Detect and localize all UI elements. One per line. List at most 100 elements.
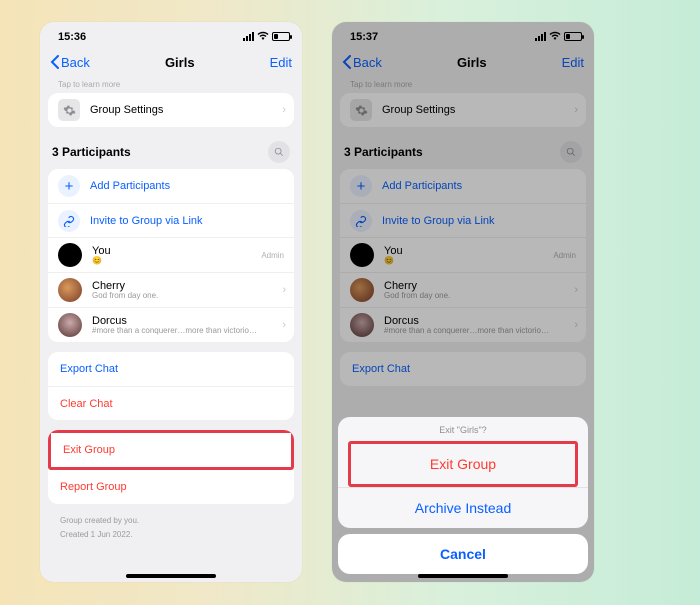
- sheet-archive-button[interactable]: Archive Instead: [338, 487, 588, 528]
- participant-row-you[interactable]: You 😊 Admin: [340, 237, 586, 272]
- hint-text: Tap to learn more: [340, 78, 586, 93]
- sheet-cancel-button[interactable]: Cancel: [338, 534, 588, 574]
- chat-actions-card: Export Chat Clear Chat: [48, 352, 294, 420]
- participant-row-cherry[interactable]: Cherry God from day one. ›: [48, 272, 294, 307]
- plus-icon: +: [350, 175, 372, 197]
- admin-badge: Admin: [261, 251, 284, 260]
- battery-icon: [564, 32, 582, 41]
- search-icon: [274, 147, 284, 157]
- chevron-right-icon: ›: [574, 284, 578, 296]
- screen-group-info: 15:36 Back Girls Edit Tap to learn more …: [40, 22, 302, 582]
- avatar: [58, 313, 82, 337]
- admin-badge: Admin: [553, 251, 576, 260]
- avatar: [350, 278, 374, 302]
- home-indicator[interactable]: [418, 574, 508, 578]
- action-sheet-body: Exit "Girls"? Exit Group Archive Instead: [338, 417, 588, 528]
- link-icon: [58, 210, 80, 232]
- exit-group-button[interactable]: Exit Group: [51, 433, 291, 467]
- participant-status: 😊: [384, 257, 403, 266]
- avatar: [350, 243, 374, 267]
- participants-header: 3 Participants: [48, 137, 294, 169]
- participant-row-dorcus[interactable]: Dorcus #more than a conquerer…more than …: [48, 307, 294, 342]
- group-settings-row[interactable]: Group Settings ›: [48, 93, 294, 127]
- action-sheet: Exit "Girls"? Exit Group Archive Instead…: [332, 417, 594, 582]
- add-participants-row[interactable]: + Add Participants: [340, 169, 586, 203]
- chevron-right-icon: ›: [574, 104, 578, 116]
- avatar: [58, 243, 82, 267]
- status-indicators: [535, 31, 582, 43]
- back-button[interactable]: Back: [50, 55, 90, 70]
- participants-card: + Add Participants Invite to Group via L…: [340, 169, 586, 342]
- gear-icon: [58, 99, 80, 121]
- wifi-icon: [549, 31, 561, 43]
- wifi-icon: [257, 31, 269, 43]
- search-button[interactable]: [560, 141, 582, 163]
- cellular-icon: [243, 32, 254, 41]
- participant-status: 😊: [92, 257, 111, 266]
- participant-status: #more than a conquerer…more than victori…: [92, 327, 257, 336]
- participant-name: Cherry: [92, 280, 158, 292]
- edit-button[interactable]: Edit: [562, 55, 584, 70]
- highlight-annotation: Exit Group: [348, 441, 578, 487]
- clear-chat-button[interactable]: Clear Chat: [48, 386, 294, 420]
- participant-status: God from day one.: [384, 292, 450, 301]
- status-time: 15:37: [350, 31, 378, 43]
- participants-card: + Add Participants Invite to Group via L…: [48, 169, 294, 342]
- report-group-button[interactable]: Report Group: [48, 470, 294, 504]
- screen-exit-confirm: 15:37 Back Girls Edit Tap to learn more …: [332, 22, 594, 582]
- highlight-annotation: Exit Group: [48, 430, 294, 470]
- gear-icon: [350, 99, 372, 121]
- participants-title: 3 Participants: [344, 145, 423, 159]
- hint-text: Tap to learn more: [48, 78, 294, 93]
- home-indicator[interactable]: [126, 574, 216, 578]
- add-participants-label: Add Participants: [90, 180, 170, 192]
- cellular-icon: [535, 32, 546, 41]
- status-bar: 15:37: [332, 22, 594, 46]
- chevron-right-icon: ›: [282, 284, 286, 296]
- export-chat-button[interactable]: Export Chat: [48, 352, 294, 386]
- group-settings-row[interactable]: Group Settings ›: [340, 93, 586, 127]
- participants-header: 3 Participants: [340, 137, 586, 169]
- participant-row-cherry[interactable]: Cherry God from day one. ›: [340, 272, 586, 307]
- invite-link-label: Invite to Group via Link: [382, 215, 495, 227]
- participant-row-dorcus[interactable]: Dorcus #more than a conquerer…more than …: [340, 307, 586, 342]
- add-participants-row[interactable]: + Add Participants: [48, 169, 294, 203]
- chevron-right-icon: ›: [282, 104, 286, 116]
- group-settings-card: Group Settings ›: [48, 93, 294, 127]
- participant-name: Cherry: [384, 280, 450, 292]
- search-icon: [566, 147, 576, 157]
- participant-row-you[interactable]: You 😊 Admin: [48, 237, 294, 272]
- nav-bar: Back Girls Edit: [40, 46, 302, 78]
- footer-line1: Group created by you.: [48, 514, 294, 528]
- status-time: 15:36: [58, 31, 86, 43]
- nav-bar: Back Girls Edit: [332, 46, 594, 78]
- avatar: [58, 278, 82, 302]
- footer-line2: Created 1 Jun 2022.: [48, 528, 294, 542]
- participant-status: God from day one.: [92, 292, 158, 301]
- participant-name: You: [384, 245, 403, 257]
- invite-link-row[interactable]: Invite to Group via Link: [48, 203, 294, 237]
- nav-title: Girls: [165, 55, 195, 70]
- group-settings-label: Group Settings: [90, 104, 163, 116]
- back-label: Back: [353, 55, 382, 70]
- invite-link-row[interactable]: Invite to Group via Link: [340, 203, 586, 237]
- danger-actions-card: Exit Group Report Group: [48, 430, 294, 504]
- edit-button[interactable]: Edit: [270, 55, 292, 70]
- invite-link-label: Invite to Group via Link: [90, 215, 203, 227]
- chevron-right-icon: ›: [574, 319, 578, 331]
- content-scroll[interactable]: Tap to learn more Group Settings › 3 Par…: [40, 78, 302, 582]
- participant-name: Dorcus: [92, 315, 257, 327]
- search-button[interactable]: [268, 141, 290, 163]
- plus-icon: +: [58, 175, 80, 197]
- participant-name: You: [92, 245, 111, 257]
- export-chat-button[interactable]: Export Chat: [340, 352, 586, 386]
- sheet-title: Exit "Girls"?: [338, 417, 588, 441]
- status-bar: 15:36: [40, 22, 302, 46]
- chevron-left-icon: [50, 55, 59, 69]
- back-button[interactable]: Back: [342, 55, 382, 70]
- group-settings-label: Group Settings: [382, 104, 455, 116]
- chevron-left-icon: [342, 55, 351, 69]
- sheet-exit-group-button[interactable]: Exit Group: [351, 444, 575, 484]
- participant-name: Dorcus: [384, 315, 549, 327]
- status-indicators: [243, 31, 290, 43]
